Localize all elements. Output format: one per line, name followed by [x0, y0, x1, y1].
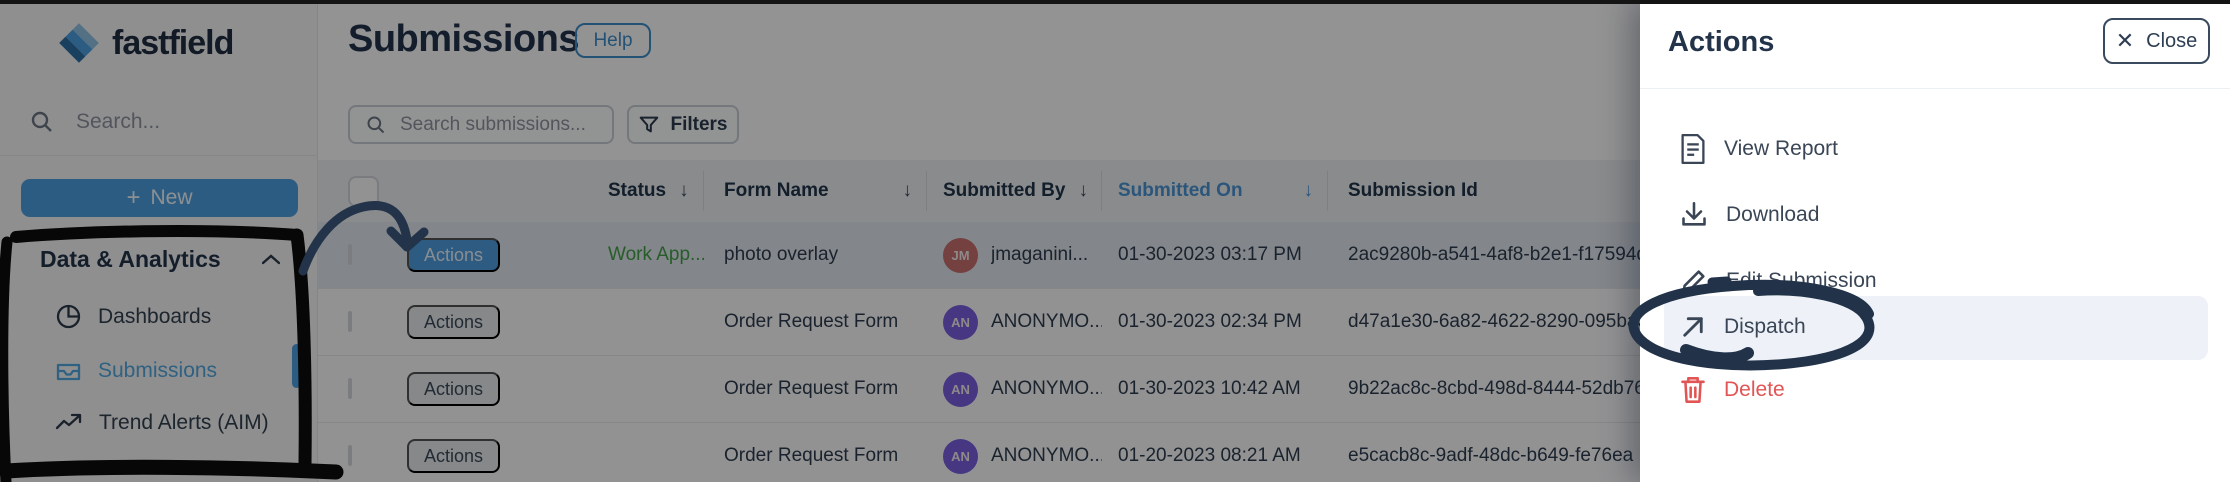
document-icon	[1680, 134, 1706, 164]
actions-panel: Actions ✕ Close View Report Download Edi…	[1640, 0, 2230, 482]
menu-item-dispatch[interactable]: Dispatch	[1680, 314, 1806, 340]
menu-item-view-report[interactable]: View Report	[1680, 134, 1838, 164]
app-window: fastfield Search... + New Data & Analyti…	[0, 0, 2230, 482]
pencil-icon	[1680, 267, 1708, 295]
arrow-up-right-icon	[1680, 314, 1706, 340]
menu-item-edit-submission[interactable]: Edit Submission	[1680, 267, 1877, 295]
download-icon	[1680, 201, 1708, 229]
close-icon: ✕	[2115, 28, 2135, 53]
menu-item-delete[interactable]: Delete	[1680, 376, 1785, 404]
close-button[interactable]: ✕ Close	[2103, 18, 2210, 64]
actions-panel-title: Actions	[1668, 26, 1775, 58]
menu-item-download[interactable]: Download	[1680, 201, 1819, 229]
panel-divider	[1640, 88, 2230, 89]
top-edge-bar	[0, 0, 2230, 4]
trash-icon	[1680, 376, 1706, 404]
modal-dim-overlay[interactable]	[0, 0, 1640, 482]
